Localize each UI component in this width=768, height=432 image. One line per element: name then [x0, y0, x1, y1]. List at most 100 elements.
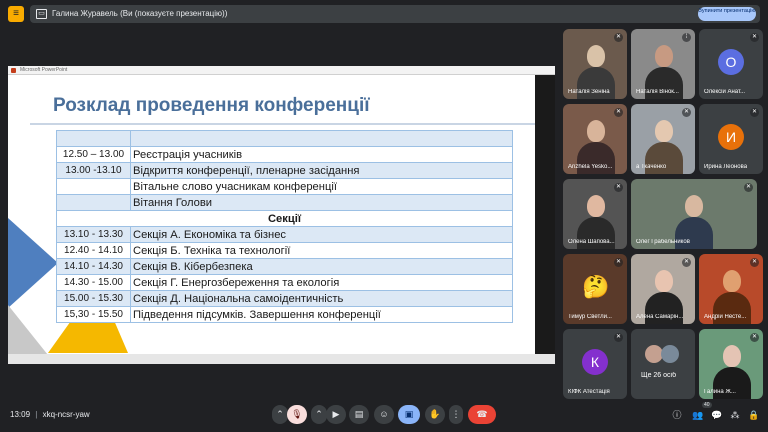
- schedule-time: 14.30 - 15.00: [56, 274, 131, 291]
- speaking-indicator-icon: ⁞: [682, 33, 691, 42]
- schedule-event: Вітання Голови: [130, 194, 513, 211]
- captions-icon: ▤: [354, 409, 364, 419]
- mic-off-icon: ✕: [750, 108, 759, 117]
- powerpoint-icon: [11, 68, 16, 73]
- participant-tile[interactable]: ✕ Галина Ж...: [699, 329, 763, 399]
- participant-photo: [685, 195, 703, 217]
- chat-icon[interactable]: 💬: [711, 409, 723, 421]
- mic-options-button[interactable]: ⌃: [272, 405, 288, 424]
- schedule-row: 14.30 - 15.00 Секція Г. Енергозбереження …: [56, 274, 513, 291]
- camera-icon: ▶: [332, 409, 340, 419]
- mic-off-icon: ✕: [614, 33, 623, 42]
- presentation-icon: ▭: [36, 9, 47, 19]
- participant-photo: [587, 195, 605, 217]
- info-icon[interactable]: ⓘ: [671, 409, 683, 421]
- mic-off-icon: ✕: [614, 108, 623, 117]
- schedule-row: Секції: [56, 210, 513, 227]
- powerpoint-statusbar: [8, 354, 555, 364]
- participant-tile[interactable]: ✕ Anzhela Yesko...: [563, 104, 627, 174]
- title-underline: [30, 123, 535, 125]
- info-separator: |: [35, 410, 38, 419]
- schedule-row: Вітальне слово учасникам конференції: [56, 178, 513, 195]
- participant-name: а Ткаченко: [636, 164, 667, 170]
- host-controls-icon[interactable]: 🔒: [748, 409, 760, 421]
- leave-call-button[interactable]: ☎: [468, 405, 496, 424]
- mic-off-icon: ✕: [750, 33, 759, 42]
- people-icon[interactable]: 👥: [692, 409, 704, 421]
- schedule-time: [56, 178, 131, 195]
- avatar-initial: К: [582, 349, 608, 375]
- schedule-event: Секція Д. Національна самоідентичність: [130, 290, 513, 307]
- schedule-row: 12.40 - 14.10 Секція Б. Техніка та технол…: [56, 242, 513, 259]
- schedule-row: 15,30 - 15.50 Підведення підсумків. Завер…: [56, 306, 513, 323]
- raise-hand-button[interactable]: ✋: [425, 405, 445, 424]
- mic-off-icon: ✕: [614, 183, 623, 192]
- mic-off-icon: ✕: [614, 258, 623, 267]
- participant-name: Ирина Леонова: [704, 164, 748, 170]
- participant-photo: [723, 270, 741, 292]
- schedule-section-header: Секції: [56, 210, 513, 227]
- schedule-time: 14.10 - 14.30: [56, 258, 131, 275]
- slide-side-strip: [535, 75, 555, 354]
- more-vert-icon: ⋮: [451, 409, 461, 419]
- reactions-button[interactable]: ☺: [374, 405, 394, 424]
- clock-time: 13:09: [10, 410, 31, 419]
- schedule-row: 13.00 -13.10 Відкриття конференції, плена…: [56, 162, 513, 179]
- participant-name: Андрій Несте...: [704, 314, 747, 320]
- captions-button[interactable]: ▤: [349, 405, 369, 424]
- people-count-badge: 40: [702, 402, 712, 408]
- participant-tile[interactable]: ✕ а Ткаченко: [631, 104, 695, 174]
- participant-tile[interactable]: Ще 26 осіб: [631, 329, 695, 399]
- schedule-time: 12.40 - 14.10: [56, 242, 131, 259]
- present-button[interactable]: ▣: [398, 405, 420, 424]
- meet-logo: ≡: [8, 6, 24, 22]
- avatar-emoji: 🤔: [582, 274, 610, 299]
- camera-options-button[interactable]: ⌃: [311, 405, 327, 424]
- schedule-time: 15,30 - 15.50: [56, 306, 131, 323]
- powerpoint-window-title: Microsoft PowerPoint: [20, 67, 68, 73]
- participant-name: Олексій Анат...: [704, 89, 746, 95]
- participant-photo: [655, 120, 673, 142]
- participant-tile[interactable]: И ✕ Ирина Леонова: [699, 104, 763, 174]
- participant-name: КІФК Атестація: [568, 389, 610, 395]
- presenting-text: Галина Журавель (Ви (показуєте презентац…: [52, 9, 228, 18]
- schedule-row: 12.50 – 13.00 Реєстрація учасників: [56, 146, 513, 163]
- schedule-event: Секція В. Кібербезпека: [130, 258, 513, 275]
- schedule-row: Вітання Голови: [56, 194, 513, 211]
- mic-toggle-button[interactable]: 🎙: [287, 405, 307, 424]
- participant-photo: [655, 45, 673, 67]
- participant-name: Олег Грабельников: [636, 239, 690, 245]
- hand-icon: ✋: [429, 409, 441, 419]
- participant-tile[interactable]: ✕ Андрій Несте...: [699, 254, 763, 324]
- participant-tile[interactable]: О ✕ Олексій Анат...: [699, 29, 763, 99]
- schedule-table: 12.50 – 13.00 Реєстрація учасників 13.00 -…: [56, 130, 513, 323]
- schedule-event: Підведення підсумків. Завершення конфере…: [130, 306, 513, 323]
- schedule-event: Відкриття конференції, пленарне засіданн…: [130, 162, 513, 179]
- schedule-event: Вітальне слово учасникам конференції: [130, 178, 513, 195]
- participant-photo: [587, 45, 605, 67]
- schedule-time: [56, 194, 131, 211]
- participant-name: Алена Самарін...: [636, 314, 684, 320]
- more-options-button[interactable]: ⋮: [449, 405, 463, 424]
- participant-tile[interactable]: 🤔 ✕ Тимур Светли...: [563, 254, 627, 324]
- mic-off-icon: ✕: [682, 258, 691, 267]
- schedule-event: Секція Г. Енергозбереження та екологія: [130, 274, 513, 291]
- mic-off-icon: ✕: [750, 333, 759, 342]
- camera-toggle-button[interactable]: ▶: [326, 405, 346, 424]
- participant-name: Олена Шапова...: [568, 239, 615, 245]
- participant-tile[interactable]: ✕ Алена Самарін...: [631, 254, 695, 324]
- participant-tile[interactable]: ✕ Наталія Зеніна: [563, 29, 627, 99]
- participant-tile[interactable]: К ✕ КІФК Атестація: [563, 329, 627, 399]
- activities-icon[interactable]: ⁂: [729, 409, 741, 421]
- schedule-time: 13.00 -13.10: [56, 162, 131, 179]
- presentation-slide: Розклад проведення конференції 12.50 – 1…: [8, 75, 535, 354]
- participant-tile[interactable]: ✕ Олена Шапова...: [563, 179, 627, 249]
- schedule-time: [56, 130, 131, 147]
- stop-presenting-button[interactable]: Зупинити презентацію: [698, 7, 756, 21]
- participant-name: Наталія Вінок...: [636, 89, 679, 95]
- presenting-banner: ▭ Галина Журавель (Ви (показуєте презент…: [30, 5, 760, 23]
- schedule-time: 15.00 - 15.30: [56, 290, 131, 307]
- participant-tile[interactable]: ⁞ Наталія Вінок...: [631, 29, 695, 99]
- schedule-row: 14.10 - 14.30 Секція В. Кібербезпека: [56, 258, 513, 275]
- participant-tile[interactable]: ✕ Олег Грабельников: [631, 179, 757, 249]
